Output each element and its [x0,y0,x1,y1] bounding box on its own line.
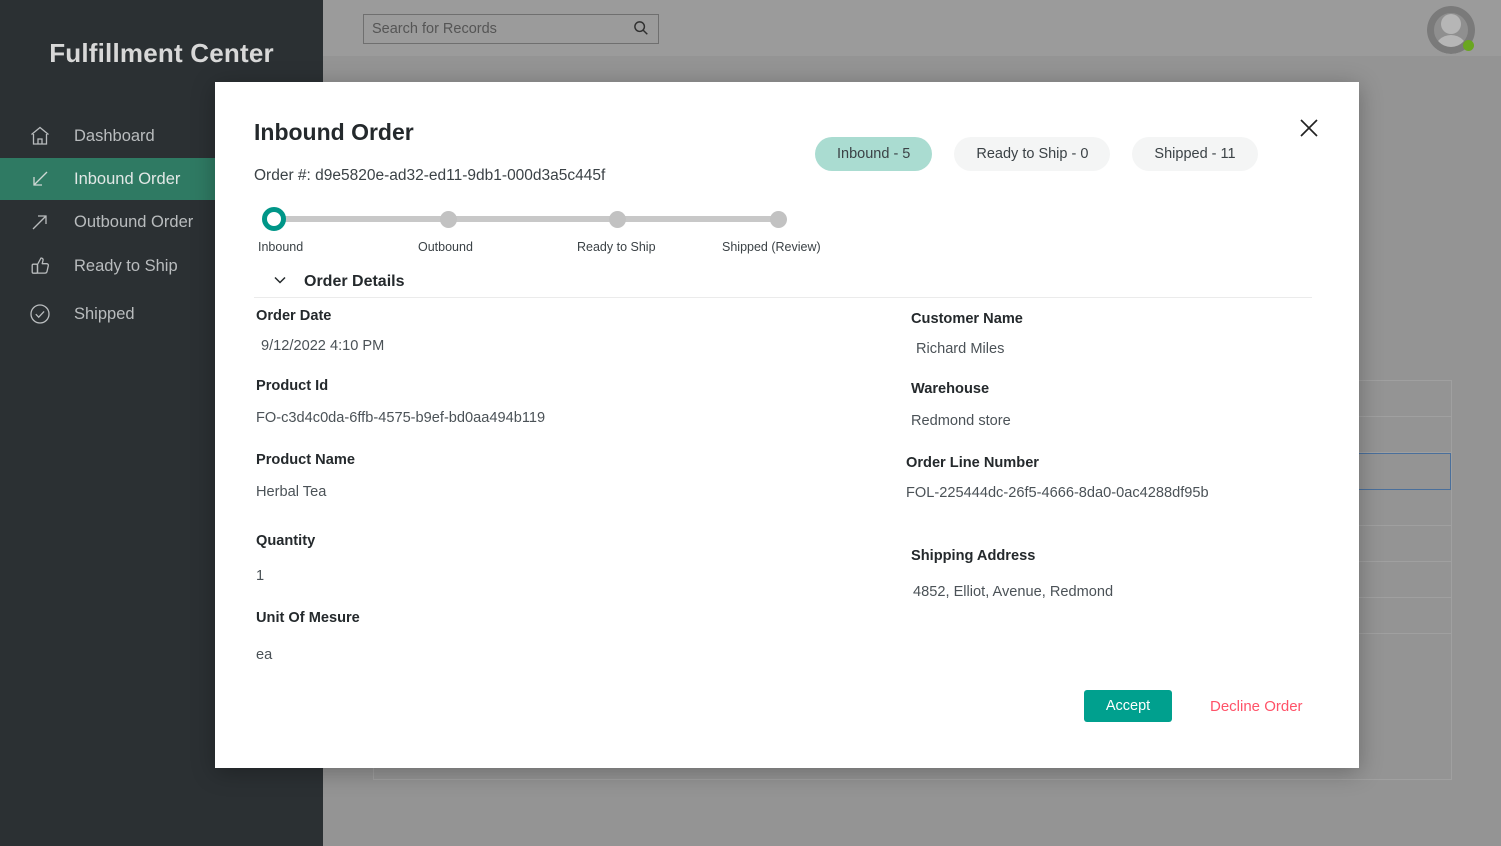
section-divider [254,297,1312,298]
field-value: FO-c3d4c0da-6ffb-4575-b9ef-bd0aa494b119 [256,410,546,426]
order-stepper: Inbound Outbound Ready to Ship Shipped (… [254,204,821,264]
field-value: 4852, Elliot, Avenue, Redmond [913,584,1114,600]
field-value: ea [256,647,273,663]
field-value: Richard Miles [916,341,1005,357]
stepper-track [272,216,780,222]
pill-inbound[interactable]: Inbound - 5 [815,137,933,171]
close-icon [1296,119,1322,144]
field-label: Quantity [256,533,316,549]
pill-shipped[interactable]: Shipped - 11 [1132,137,1258,171]
field-value: 9/12/2022 4:10 PM [261,338,385,354]
field-shipping-address: Shipping Address 4852, Elliot, Avenue, R… [906,548,1326,600]
field-customer-name: Customer Name Richard Miles [906,311,1326,357]
decline-order-button[interactable]: Decline Order [1210,690,1303,722]
field-value: FOL-225444dc-26f5-4666-8da0-0ac4288df95b [906,485,1209,501]
order-details-label: Order Details [304,272,405,290]
stepper-dot [770,211,787,228]
field-label: Product Name [256,452,355,468]
field-label: Customer Name [911,311,1023,327]
field-warehouse: Warehouse Redmond store [906,381,1326,429]
field-label: Order Line Number [906,455,1039,471]
field-value: Redmond store [911,413,1011,429]
inbound-order-modal: Inbound Order Order #: d9e5820e-ad32-ed1… [215,82,1359,768]
field-label: Order Date [256,308,332,324]
field-label: Unit Of Mesure [256,610,360,626]
field-order-line-number: Order Line Number FOL-225444dc-26f5-4666… [906,455,1326,501]
field-value: Herbal Tea [256,484,327,500]
field-label: Warehouse [911,381,990,397]
details-column-right: Customer Name Richard Miles Warehouse Re… [906,311,1326,600]
stepper-dot-current [262,207,286,231]
field-unit-of-measure: Unit Of Mesure ea [256,610,856,663]
close-button[interactable] [1295,115,1323,143]
stepper-label: Inbound [258,240,304,254]
details-column-left: Order Date 9/12/2022 4:10 PM Product Id … [256,308,856,663]
stepper-label: Shipped (Review) [722,240,821,254]
field-value: 1 [256,568,265,584]
stepper-label: Outbound [418,240,473,254]
chevron-down-icon [270,270,290,293]
field-order-date: Order Date 9/12/2022 4:10 PM [256,308,856,354]
stepper-label: Ready to Ship [577,240,656,254]
field-quantity: Quantity 1 [256,533,856,584]
stepper-dot [440,211,457,228]
accept-button[interactable]: Accept [1084,690,1172,722]
order-details-toggle[interactable]: Order Details [270,270,404,293]
field-product-id: Product Id FO-c3d4c0da-6ffb-4575-b9ef-bd… [256,378,856,426]
order-number: Order #: d9e5820e-ad32-ed11-9db1-000d3a5… [254,167,606,184]
field-product-name: Product Name Herbal Tea [256,452,856,500]
status-pill-group: Inbound - 5 Ready to Ship - 0 Shipped - … [815,137,1258,171]
field-label: Product Id [256,378,329,394]
page-title: Inbound Order [254,119,414,145]
field-label: Shipping Address [911,548,1036,564]
pill-ready-to-ship[interactable]: Ready to Ship - 0 [954,137,1111,171]
stepper-dot [609,211,626,228]
